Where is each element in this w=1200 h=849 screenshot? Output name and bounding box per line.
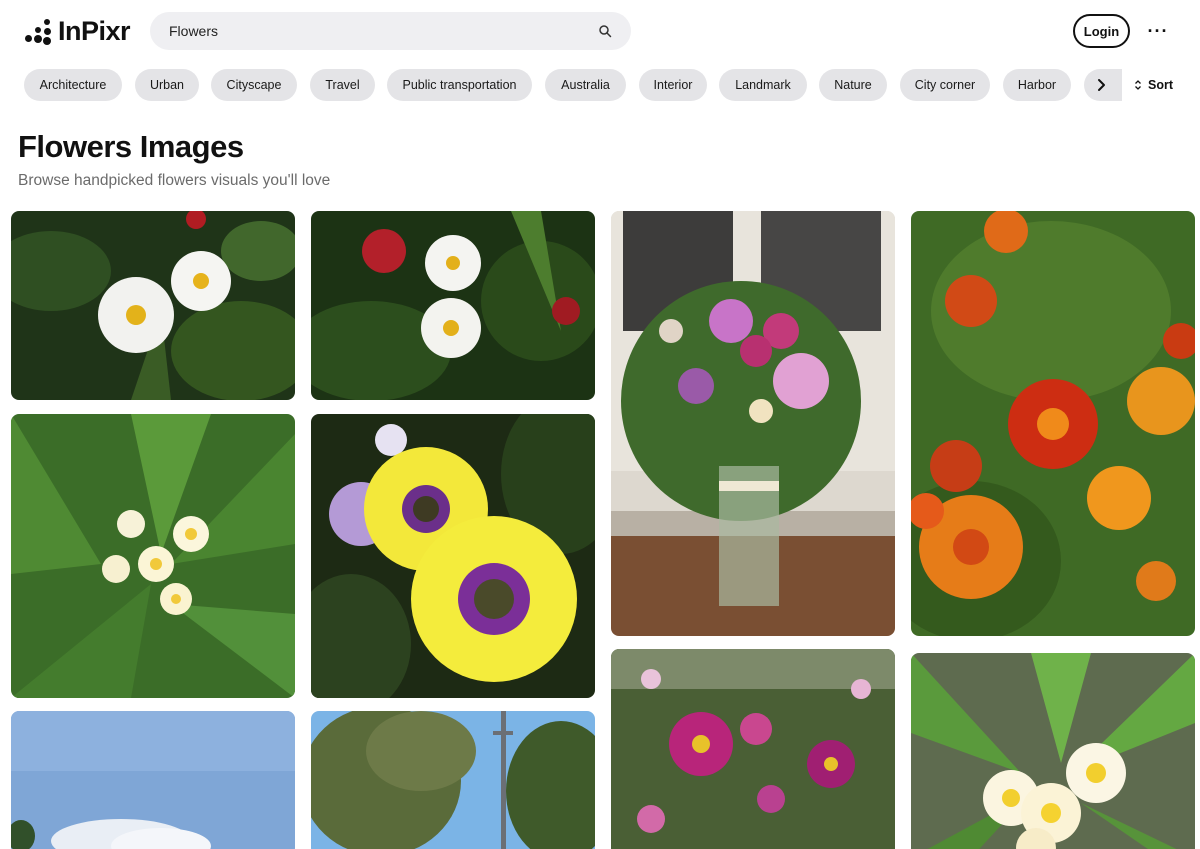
chip-cityscape[interactable]: Cityscape (211, 69, 297, 101)
gallery-image-daisies[interactable] (11, 211, 295, 400)
logo-dots-icon (24, 18, 51, 45)
chip-interior[interactable]: Interior (639, 69, 707, 101)
chip-city-corner[interactable]: City corner (900, 69, 990, 101)
chip-nature[interactable]: Nature (819, 69, 887, 101)
gallery-image-frangipani-leaves[interactable] (911, 653, 1195, 849)
gallery-image-dahlias[interactable] (611, 649, 895, 849)
page-title: Flowers Images (18, 129, 244, 164)
login-button[interactable]: Login (1073, 14, 1130, 48)
chip-architecture[interactable]: Architecture (24, 69, 122, 101)
chip-public-transportation[interactable]: Public transportation (387, 69, 532, 101)
sort-label: Sort (1148, 78, 1173, 92)
chip-landmark[interactable]: Landmark (719, 69, 807, 101)
gallery-image-daisies-roses[interactable] (311, 211, 595, 400)
chip-harbor[interactable]: Harbor (1003, 69, 1071, 101)
chip-urban[interactable]: Urban (135, 69, 199, 101)
gallery-image-osteospermum[interactable] (311, 414, 595, 698)
more-options-icon[interactable]: ··· (1146, 20, 1170, 42)
search-bar[interactable]: Flowers (150, 12, 631, 50)
chevron-right-icon (1098, 79, 1105, 91)
page-subtitle: Browse handpicked flowers visuals you'll… (18, 172, 331, 189)
chips-next-button[interactable] (1084, 69, 1122, 101)
search-input[interactable]: Flowers (169, 23, 598, 39)
chip-travel[interactable]: Travel (310, 69, 375, 101)
chip-australia[interactable]: Australia (545, 69, 626, 101)
gallery-image-bouquet[interactable] (611, 211, 895, 636)
search-icon[interactable] (598, 24, 612, 38)
gallery-image-sky[interactable] (11, 711, 295, 849)
gallery-image-trees[interactable] (311, 711, 595, 849)
logo[interactable]: InPixr (24, 16, 131, 47)
sort-icon (1135, 80, 1141, 90)
brand-name: InPixr (58, 16, 131, 46)
gallery-image-marigolds[interactable] (911, 211, 1195, 636)
sort-button[interactable]: Sort (1134, 77, 1173, 93)
category-chips: Architecture Urban Cityscape Travel Publ… (24, 69, 1122, 101)
gallery-image-frangipani[interactable] (11, 414, 295, 698)
